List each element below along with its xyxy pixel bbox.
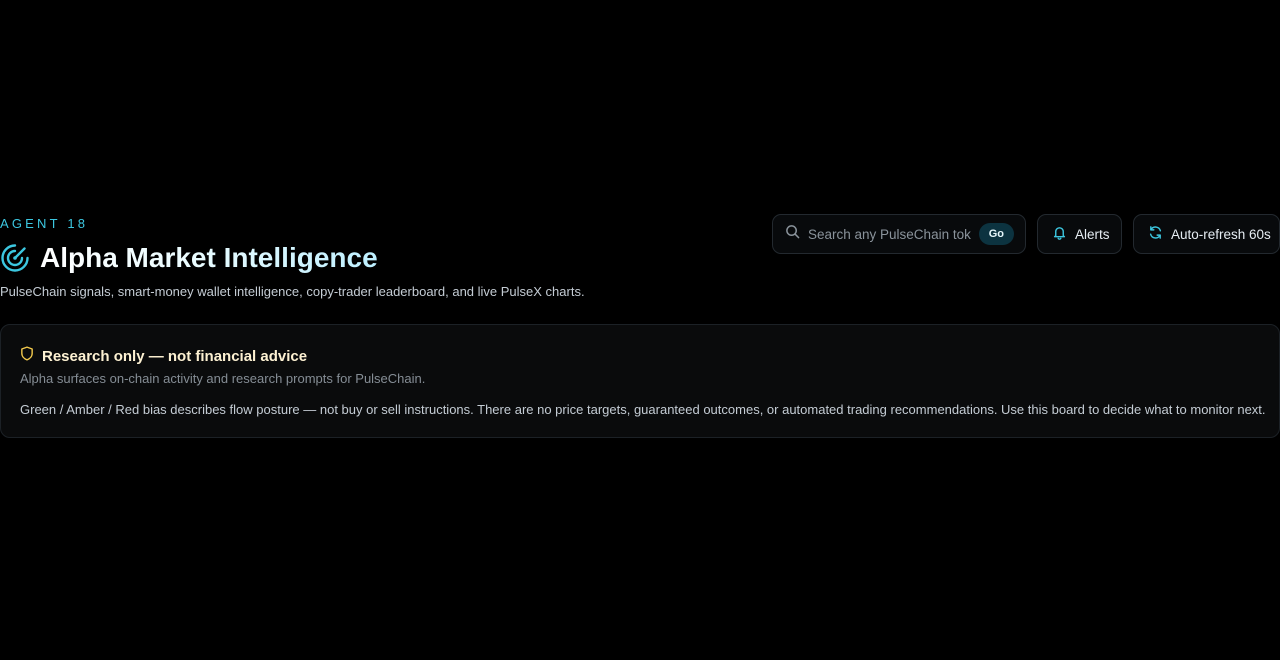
search-input[interactable] [808, 226, 971, 242]
search-icon [785, 224, 800, 244]
disclaimer-body: Green / Amber / Red bias describes flow … [20, 402, 1266, 417]
alerts-label: Alerts [1075, 226, 1110, 242]
go-button[interactable]: Go [978, 223, 1014, 245]
page: AGENT 18 Alpha Market Intelligence Pulse… [0, 0, 1280, 660]
agent-eyebrow: AGENT 18 [0, 216, 89, 231]
disclaimer-header: Research only — not financial advice [20, 346, 307, 366]
page-header: AGENT 18 Alpha Market Intelligence Pulse… [0, 214, 1280, 304]
page-subtitle: PulseChain signals, smart-money wallet i… [0, 284, 585, 299]
title-row: Alpha Market Intelligence [0, 240, 378, 276]
bell-icon [1052, 225, 1067, 243]
page-title: Alpha Market Intelligence [40, 242, 378, 273]
refresh-icon [1148, 225, 1163, 243]
auto-refresh-button[interactable]: Auto-refresh 60s [1133, 214, 1280, 254]
token-search: Go [772, 214, 1026, 254]
radar-icon [0, 243, 30, 273]
auto-refresh-label: Auto-refresh 60s [1171, 226, 1271, 242]
disclaimer-title: Research only — not financial advice [42, 347, 308, 365]
shield-icon [20, 346, 34, 366]
alerts-button[interactable]: Alerts [1037, 214, 1122, 254]
header-controls: Go Alerts [772, 214, 1280, 256]
disclaimer-subtitle: Alpha surfaces on-chain activity and res… [20, 371, 426, 386]
disclaimer-card: Research only — not financial advice Alp… [0, 324, 1280, 438]
